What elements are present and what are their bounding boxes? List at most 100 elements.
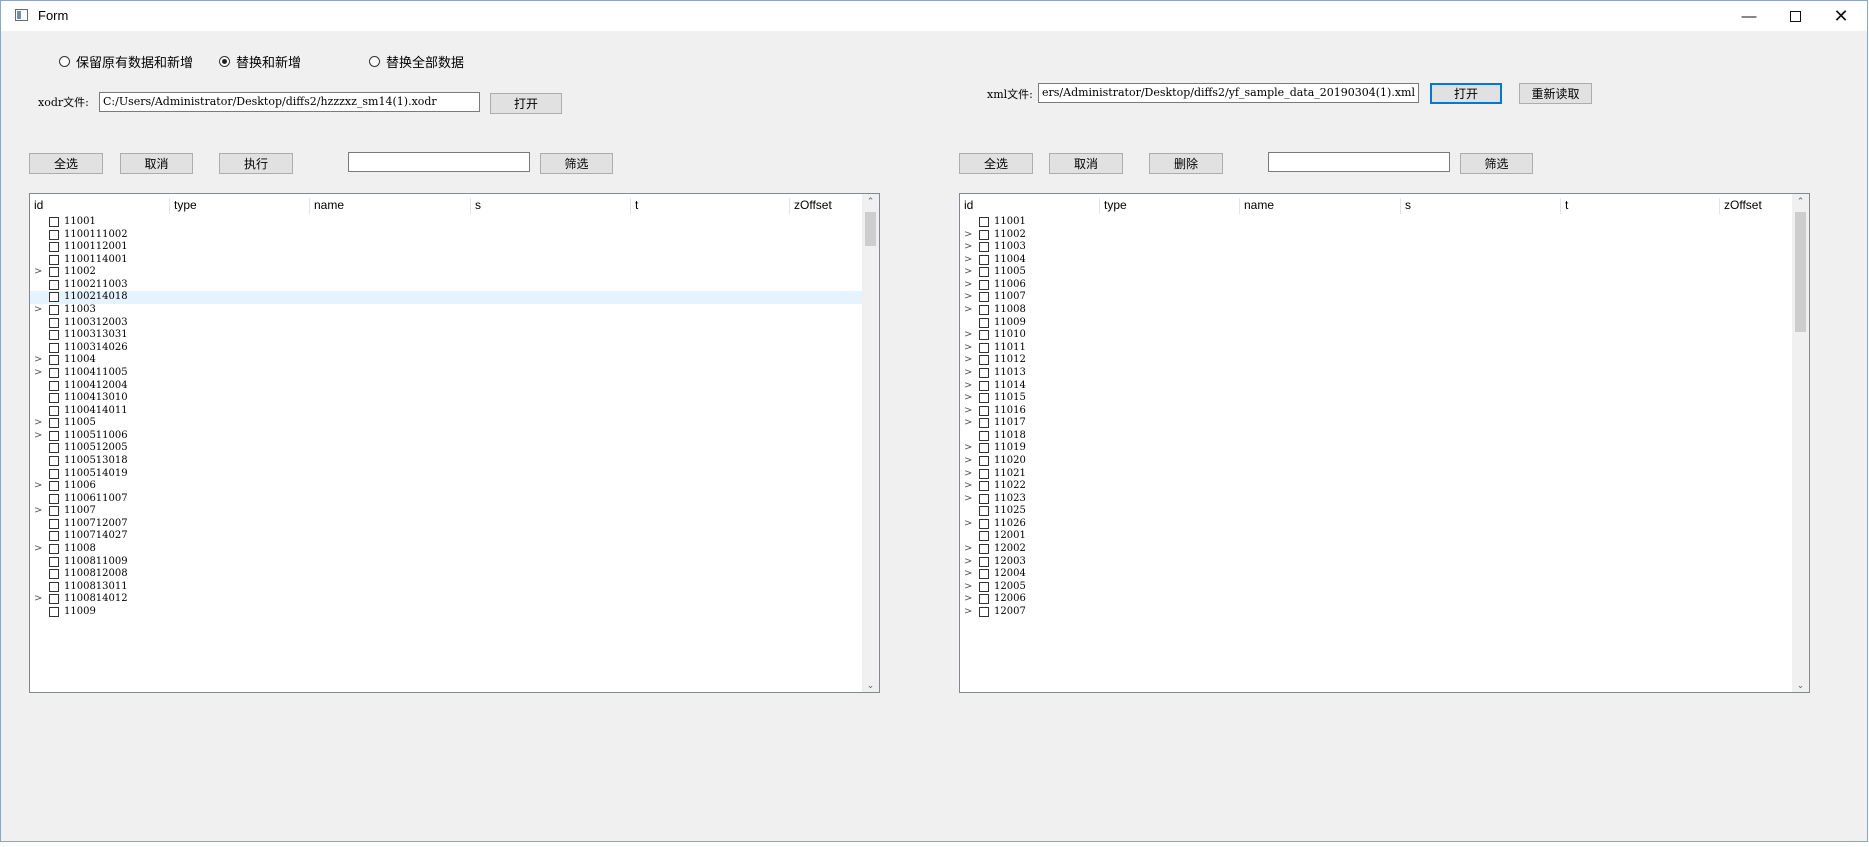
right-select-all-button[interactable]: 全选 <box>959 153 1033 174</box>
tree-row[interactable]: >12007 <box>960 606 1794 619</box>
row-checkbox[interactable] <box>49 531 59 542</box>
row-checkbox[interactable] <box>979 242 989 253</box>
tree-row[interactable]: >12006 <box>960 593 1794 606</box>
expand-chevron-icon[interactable]: > <box>964 254 972 267</box>
row-checkbox[interactable] <box>49 367 59 378</box>
row-checkbox[interactable] <box>49 569 59 580</box>
row-checkbox[interactable] <box>979 367 989 378</box>
tree-row[interactable]: >11002 <box>960 229 1794 242</box>
expand-chevron-icon[interactable]: > <box>964 568 972 581</box>
xodr-open-button[interactable]: 打开 <box>490 93 562 114</box>
tree-row[interactable]: >11006 <box>30 480 864 493</box>
row-checkbox[interactable] <box>49 292 59 303</box>
row-checkbox[interactable] <box>49 242 59 253</box>
reload-button[interactable]: 重新读取 <box>1519 83 1592 104</box>
row-checkbox[interactable] <box>49 506 59 517</box>
tree-row[interactable]: >11011 <box>960 342 1794 355</box>
xodr-path-input[interactable]: C:/Users/Administrator/Desktop/diffs2/hz… <box>99 92 480 112</box>
tree-row[interactable]: 1100112001 <box>30 241 864 254</box>
right-filter-input[interactable] <box>1268 152 1450 172</box>
row-checkbox[interactable] <box>979 279 989 290</box>
expand-chevron-icon[interactable]: > <box>964 606 972 619</box>
row-checkbox[interactable] <box>979 305 989 316</box>
tree-row[interactable]: >11008 <box>960 304 1794 317</box>
expand-chevron-icon[interactable]: > <box>964 342 972 355</box>
tree-row[interactable]: 1100513018 <box>30 455 864 468</box>
expand-chevron-icon[interactable]: > <box>964 279 972 292</box>
row-checkbox[interactable] <box>49 556 59 567</box>
expand-chevron-icon[interactable]: > <box>964 593 972 606</box>
column-header-t[interactable]: t <box>1561 198 1720 214</box>
tree-row[interactable]: >11008 <box>30 543 864 556</box>
row-checkbox[interactable] <box>49 330 59 341</box>
left-cancel-button[interactable]: 取消 <box>120 153 193 174</box>
tree-row[interactable]: 1100714027 <box>30 530 864 543</box>
row-checkbox[interactable] <box>979 418 989 429</box>
row-checkbox[interactable] <box>979 342 989 353</box>
row-checkbox[interactable] <box>979 393 989 404</box>
row-checkbox[interactable] <box>979 229 989 240</box>
radio-replace-and-add[interactable]: 替换和新增 <box>219 52 301 71</box>
tree-row[interactable]: >11010 <box>960 329 1794 342</box>
expand-chevron-icon[interactable]: > <box>964 518 972 531</box>
right-filter-button[interactable]: 筛选 <box>1460 153 1533 174</box>
row-checkbox[interactable] <box>979 443 989 454</box>
expand-chevron-icon[interactable]: > <box>964 354 972 367</box>
column-header-s[interactable]: s <box>1401 198 1561 214</box>
tree-row[interactable]: >12003 <box>960 556 1794 569</box>
xml-tree-view[interactable]: id type name s t zOffset 11001 >11002 >110… <box>959 193 1810 693</box>
expand-chevron-icon[interactable]: > <box>34 543 42 556</box>
tree-row[interactable]: 12001 <box>960 530 1794 543</box>
tree-row[interactable]: 1100214018 <box>30 291 864 305</box>
tree-row[interactable]: 1100412004 <box>30 380 864 393</box>
tree-row[interactable]: >11020 <box>960 455 1794 468</box>
tree-row[interactable]: >12004 <box>960 568 1794 581</box>
column-header-id[interactable]: id <box>30 198 170 214</box>
expand-chevron-icon[interactable]: > <box>964 581 972 594</box>
row-checkbox[interactable] <box>979 380 989 391</box>
tree-row[interactable]: >11015 <box>960 392 1794 405</box>
expand-chevron-icon[interactable]: > <box>964 266 972 279</box>
row-checkbox[interactable] <box>49 279 59 290</box>
xodr-tree-view[interactable]: id type name s t zOffset 11001 1100111002… <box>29 193 880 693</box>
expand-chevron-icon[interactable]: > <box>964 229 972 242</box>
radio-replace-all[interactable]: 替换全部数据 <box>369 52 464 71</box>
row-checkbox[interactable] <box>979 556 989 567</box>
row-checkbox[interactable] <box>49 355 59 366</box>
row-checkbox[interactable] <box>979 581 989 592</box>
row-checkbox[interactable] <box>49 468 59 479</box>
tree-row[interactable]: >11012 <box>960 354 1794 367</box>
row-checkbox[interactable] <box>49 493 59 504</box>
scroll-up-icon[interactable]: ⌃ <box>862 194 879 208</box>
expand-chevron-icon[interactable]: > <box>964 367 972 380</box>
tree-row[interactable]: >11016 <box>960 405 1794 418</box>
row-checkbox[interactable] <box>979 254 989 265</box>
scroll-thumb[interactable] <box>1795 212 1806 332</box>
row-checkbox[interactable] <box>979 330 989 341</box>
row-checkbox[interactable] <box>49 217 59 227</box>
expand-chevron-icon[interactable]: > <box>964 480 972 493</box>
row-checkbox[interactable] <box>49 267 59 278</box>
column-header-zoffset[interactable]: zOffset <box>1720 198 1794 214</box>
column-header-zoffset[interactable]: zOffset <box>790 198 864 214</box>
radio-keep-and-add[interactable]: 保留原有数据和新增 <box>59 52 193 71</box>
row-checkbox[interactable] <box>979 217 989 227</box>
vertical-scrollbar[interactable]: ⌃ ⌄ <box>862 194 879 692</box>
row-checkbox[interactable] <box>49 455 59 466</box>
xml-open-button[interactable]: 打开 <box>1430 83 1502 104</box>
row-checkbox[interactable] <box>979 506 989 517</box>
row-checkbox[interactable] <box>979 569 989 580</box>
tree-row[interactable]: >11013 <box>960 367 1794 380</box>
row-checkbox[interactable] <box>49 254 59 265</box>
left-select-all-button[interactable]: 全选 <box>29 153 103 174</box>
row-checkbox[interactable] <box>979 430 989 441</box>
row-checkbox[interactable] <box>979 493 989 504</box>
row-checkbox[interactable] <box>49 393 59 404</box>
tree-row[interactable]: >11005 <box>30 417 864 430</box>
tree-row[interactable]: >11004 <box>960 254 1794 267</box>
tree-row[interactable]: >11019 <box>960 442 1794 455</box>
tree-row[interactable]: >11021 <box>960 468 1794 481</box>
row-checkbox[interactable] <box>979 405 989 416</box>
row-checkbox[interactable] <box>49 544 59 555</box>
tree-row[interactable]: >11026 <box>960 518 1794 531</box>
